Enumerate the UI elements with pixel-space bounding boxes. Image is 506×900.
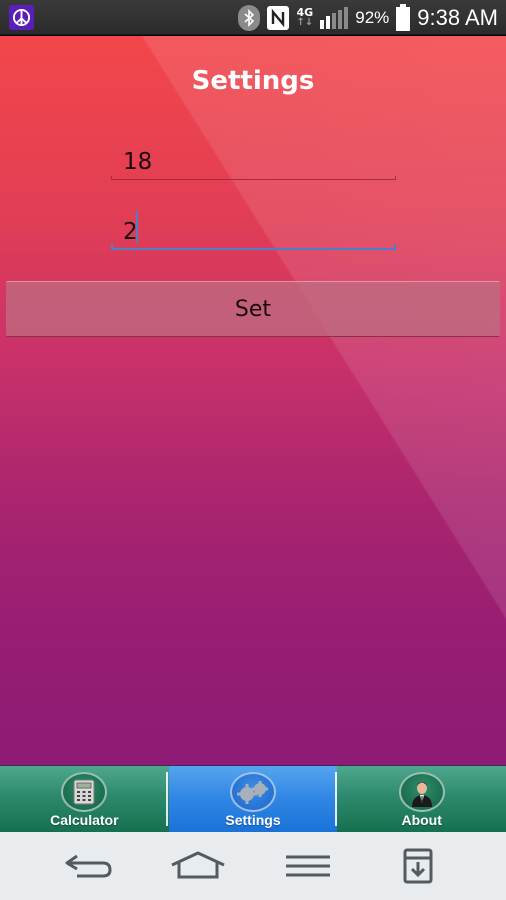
tab-calculator[interactable]: Calculator [0, 766, 169, 832]
tab-divider [166, 772, 168, 826]
back-button[interactable] [54, 846, 124, 886]
gears-icon [230, 772, 276, 812]
clock: 9:38 AM [417, 4, 498, 30]
tab-label: Settings [225, 812, 281, 828]
back-arrow-icon [65, 854, 112, 878]
battery-icon [396, 4, 411, 31]
battery-percent: 92% [355, 7, 390, 27]
data-activity-icon: ↑↓ [296, 16, 314, 28]
signal-strength-icon [320, 6, 349, 29]
notification-pull-button[interactable] [383, 846, 453, 886]
page-title: Settings [191, 66, 315, 96]
system-nav-bar [0, 832, 506, 900]
home-button[interactable] [163, 846, 233, 886]
menu-icon [286, 855, 330, 877]
value-input-1[interactable] [111, 144, 396, 180]
settings-screen: Settings Set [0, 36, 506, 765]
text-cursor [136, 211, 138, 243]
peace-sign-icon [9, 5, 34, 30]
tab-settings[interactable]: Settings [168, 766, 338, 832]
bottom-tab-bar: Calculator Settings About [0, 765, 506, 832]
menu-button[interactable] [273, 846, 343, 886]
nfc-icon [267, 5, 290, 30]
value-field-1[interactable] [111, 144, 396, 180]
network-type-indicator: 4G ↑↓ [296, 5, 314, 28]
bluetooth-icon [238, 4, 261, 31]
value-input-2[interactable] [111, 214, 396, 250]
tab-divider [335, 772, 337, 826]
field-underline [111, 176, 396, 180]
tab-about[interactable]: About [337, 766, 506, 832]
status-bar: 4G ↑↓ 92% 9:38 AM [0, 0, 506, 35]
calculator-icon [61, 772, 108, 812]
home-icon [171, 851, 225, 879]
network-type-label: 4G [296, 5, 314, 19]
person-icon [398, 772, 445, 812]
field-underline-focused [111, 244, 396, 250]
set-button[interactable]: Set [6, 281, 500, 337]
value-field-2[interactable] [111, 214, 396, 250]
tab-label: Calculator [50, 812, 119, 828]
tab-label: About [401, 812, 442, 828]
pull-down-icon [403, 848, 433, 884]
